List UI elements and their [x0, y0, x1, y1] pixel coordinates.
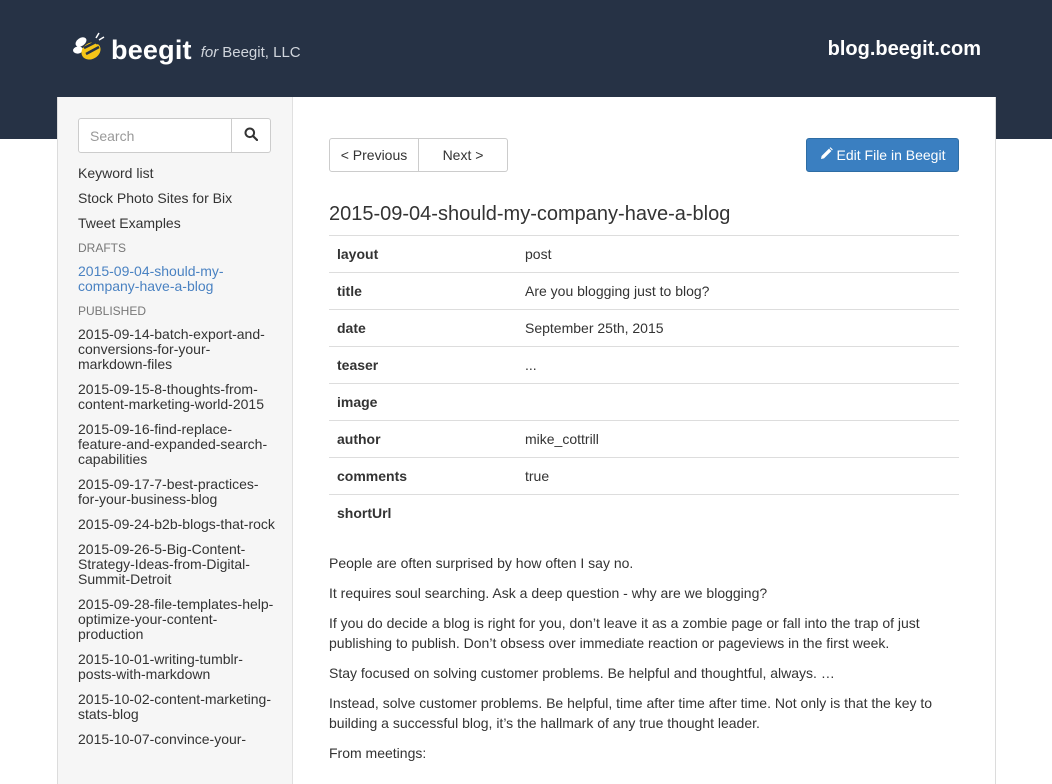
file-content: < Previous Next > Edit File in Beegit 20…: [329, 138, 959, 773]
published-heading: PUBLISHED: [78, 304, 147, 318]
sidebar: Keyword list Stock Photo Sites for Bix T…: [58, 97, 293, 784]
bee-icon: [70, 30, 106, 71]
table-row: layout post: [329, 235, 959, 273]
file-body: People are often surprised by how often …: [329, 553, 959, 763]
body-paragraph: From meetings:: [329, 744, 427, 761]
table-row: image: [329, 383, 959, 421]
table-row: date September 25th, 2015: [329, 309, 959, 347]
nav-item-stock-photo-sites[interactable]: Stock Photo Sites for Bix: [78, 191, 278, 206]
meta-value: [517, 383, 959, 421]
table-row: shortUrl: [329, 494, 959, 532]
edit-file-button[interactable]: Edit File in Beegit: [806, 138, 959, 172]
site-link[interactable]: blog.beegit.com: [828, 38, 981, 61]
previous-button[interactable]: < Previous: [329, 138, 419, 172]
meta-key: shortUrl: [329, 494, 517, 532]
body-paragraph: People are often surprised by how often …: [329, 554, 634, 571]
nav-item-draft-active[interactable]: 2015-09-04-should-my-company-have-a-blog: [78, 264, 278, 294]
meta-value: Are you blogging just to blog?: [517, 272, 959, 310]
table-row: comments true: [329, 457, 959, 495]
meta-key: date: [329, 309, 517, 347]
nav-item-published[interactable]: 2015-09-15-8-thoughts-from-content-marke…: [78, 382, 278, 412]
nav-item-published[interactable]: 2015-09-26-5-Big-Content-Strategy-Ideas-…: [78, 542, 278, 587]
brand-name: beegit: [111, 34, 192, 65]
nav-item-published[interactable]: 2015-10-02-content-marketing-stats-blog: [78, 692, 278, 722]
table-row: teaser...: [329, 346, 959, 384]
nav-item-published[interactable]: 2015-09-16-find-replace-feature-and-expa…: [78, 422, 278, 467]
nav-item-keyword-list[interactable]: Keyword list: [78, 166, 278, 181]
meta-key: author: [329, 420, 517, 458]
body-paragraph: It requires soul searching. Ask a deep q…: [329, 584, 768, 601]
meta-value: [517, 494, 959, 532]
nav-item-published[interactable]: 2015-09-24-b2b-blogs-that-rock: [78, 517, 278, 532]
meta-value: September 25th, 2015: [517, 309, 959, 347]
meta-value: mike_cottrill: [517, 420, 959, 458]
organization-label: for Beegit, LLC: [201, 44, 301, 61]
drafts-heading: DRAFTS: [78, 241, 126, 255]
nav-item-published[interactable]: 2015-09-14-batch-export-and-conversions-…: [78, 327, 278, 372]
nav-item-published[interactable]: 2015-10-07-convince-your-: [78, 732, 278, 747]
search-button[interactable]: [232, 118, 271, 153]
main-panel: Keyword list Stock Photo Sites for Bix T…: [57, 97, 996, 784]
for-label: for: [200, 43, 219, 61]
meta-value: post: [517, 235, 959, 273]
pencil-icon: [820, 147, 837, 163]
table-row: author mike_cottrill: [329, 420, 959, 458]
meta-key: image: [329, 383, 517, 421]
search-icon: [244, 127, 259, 144]
body-paragraph: If you do decide a blog is right for you…: [329, 614, 920, 651]
meta-key: layout: [329, 235, 517, 273]
meta-key: title: [329, 272, 517, 310]
edit-file-label: Edit File in Beegit: [836, 147, 946, 163]
search-form: [78, 118, 271, 153]
nav-item-published[interactable]: 2015-10-01-writing-tumblr-posts-with-mar…: [78, 652, 278, 682]
search-input[interactable]: [78, 118, 232, 153]
body-paragraph: Stay focused on solving customer problem…: [329, 664, 835, 681]
nav-item-published[interactable]: 2015-09-28-file-templates-help-optimize-…: [78, 597, 278, 642]
meta-key: comments: [329, 457, 517, 495]
nav-item-published[interactable]: 2015-09-17-7-best-practices-for-your-bus…: [78, 477, 278, 507]
next-button[interactable]: Next >: [419, 138, 508, 172]
file-nav: Keyword list Stock Photo Sites for Bix T…: [78, 166, 278, 757]
table-row: title Are you blogging just to blog?: [329, 272, 959, 310]
body-paragraph: Instead, solve customer problems. Be hel…: [329, 694, 933, 731]
brand-logo[interactable]: beegit for Beegit, LLC: [70, 32, 301, 68]
meta-value: true: [517, 457, 959, 495]
meta-key: teaser: [329, 346, 517, 384]
org-name: Beegit, LLC: [222, 43, 301, 61]
front-matter-table: layout post title Are you blogging just to…: [329, 235, 959, 532]
nav-item-tweet-examples[interactable]: Tweet Examples: [78, 216, 278, 231]
meta-value: ...: [517, 346, 959, 384]
file-title: 2015-09-04-should-my-company-have-a-blog: [329, 203, 731, 225]
